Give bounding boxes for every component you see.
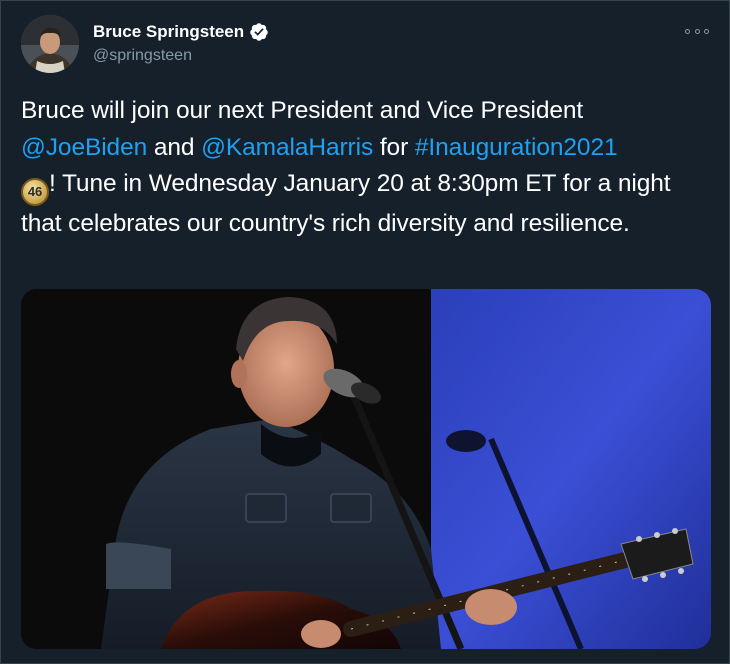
tweet-media-photo[interactable] xyxy=(21,289,711,649)
verified-badge-icon xyxy=(249,22,269,42)
tweet-text-and: and xyxy=(147,133,202,161)
tweet-card[interactable]: Bruce Springsteen @springsteen Bruce wil… xyxy=(0,0,730,664)
more-options-icon[interactable] xyxy=(685,23,709,39)
inauguration-46-emoji-icon: 46 xyxy=(21,178,49,206)
tweet-text-rest: ! Tune in Wednesday January 20 at 8:30pm… xyxy=(21,170,671,237)
author-handle[interactable]: @springsteen xyxy=(93,46,192,66)
avatar[interactable] xyxy=(21,15,79,73)
mention-joebiden-link[interactable]: @JoeBiden xyxy=(21,134,147,161)
tweet-text-for: for xyxy=(373,133,415,161)
mention-kamalaharris-link[interactable]: @KamalaHarris xyxy=(201,134,373,161)
tweet-text-line1: Bruce will join our next President and V… xyxy=(21,97,584,124)
tweet-text: Bruce will join our next President and V… xyxy=(21,93,701,243)
author-display-name[interactable]: Bruce Springsteen xyxy=(93,21,244,43)
hashtag-inauguration2021-link[interactable]: #Inauguration2021 xyxy=(415,134,618,161)
